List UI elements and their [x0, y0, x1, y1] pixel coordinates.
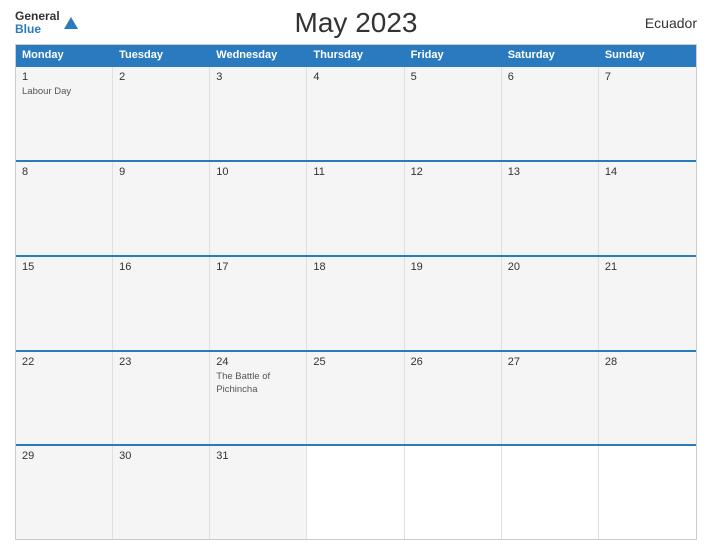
day-7[interactable]: 7 — [599, 67, 696, 160]
day-8[interactable]: 8 — [16, 162, 113, 255]
day-31[interactable]: 31 — [210, 446, 307, 539]
calendar-header: Monday Tuesday Wednesday Thursday Friday… — [16, 45, 696, 65]
page: General Blue May 2023 Ecuador Monday Tue… — [0, 0, 712, 550]
week-row-1: 1 Labour Day 2 3 4 5 6 7 — [16, 65, 696, 160]
header: General Blue May 2023 Ecuador — [15, 10, 697, 36]
day-14[interactable]: 14 — [599, 162, 696, 255]
day-empty-3 — [502, 446, 599, 539]
day-19[interactable]: 19 — [405, 257, 502, 350]
logo: General Blue — [15, 10, 80, 36]
day-28[interactable]: 28 — [599, 352, 696, 445]
day-22[interactable]: 22 — [16, 352, 113, 445]
weekday-tuesday: Tuesday — [113, 45, 210, 65]
week-row-2: 8 9 10 11 12 13 14 — [16, 160, 696, 255]
day-6[interactable]: 6 — [502, 67, 599, 160]
day-empty-1 — [307, 446, 404, 539]
weekday-saturday: Saturday — [502, 45, 599, 65]
day-26[interactable]: 26 — [405, 352, 502, 445]
weekday-friday: Friday — [405, 45, 502, 65]
calendar-body: 1 Labour Day 2 3 4 5 6 7 8 9 10 11 12 13… — [16, 65, 696, 539]
day-13[interactable]: 13 — [502, 162, 599, 255]
day-23[interactable]: 23 — [113, 352, 210, 445]
weekday-sunday: Sunday — [599, 45, 696, 65]
day-4[interactable]: 4 — [307, 67, 404, 160]
day-9[interactable]: 9 — [113, 162, 210, 255]
day-27[interactable]: 27 — [502, 352, 599, 445]
day-empty-4 — [599, 446, 696, 539]
country-label: Ecuador — [645, 15, 697, 31]
weekday-monday: Monday — [16, 45, 113, 65]
day-16[interactable]: 16 — [113, 257, 210, 350]
day-18[interactable]: 18 — [307, 257, 404, 350]
day-1[interactable]: 1 Labour Day — [16, 67, 113, 160]
logo-text: General Blue — [15, 10, 60, 36]
day-30[interactable]: 30 — [113, 446, 210, 539]
calendar-title: May 2023 — [295, 7, 418, 39]
day-20[interactable]: 20 — [502, 257, 599, 350]
weekday-wednesday: Wednesday — [210, 45, 307, 65]
logo-blue-text: Blue — [15, 23, 60, 36]
day-5[interactable]: 5 — [405, 67, 502, 160]
day-24[interactable]: 24 The Battle of Pichincha — [210, 352, 307, 445]
week-row-4: 22 23 24 The Battle of Pichincha 25 26 2… — [16, 350, 696, 445]
day-empty-2 — [405, 446, 502, 539]
day-17[interactable]: 17 — [210, 257, 307, 350]
day-11[interactable]: 11 — [307, 162, 404, 255]
day-29[interactable]: 29 — [16, 446, 113, 539]
day-15[interactable]: 15 — [16, 257, 113, 350]
day-21[interactable]: 21 — [599, 257, 696, 350]
weekday-thursday: Thursday — [307, 45, 404, 65]
week-row-3: 15 16 17 18 19 20 21 — [16, 255, 696, 350]
logo-icon — [62, 15, 80, 33]
day-25[interactable]: 25 — [307, 352, 404, 445]
day-3[interactable]: 3 — [210, 67, 307, 160]
day-2[interactable]: 2 — [113, 67, 210, 160]
day-12[interactable]: 12 — [405, 162, 502, 255]
day-10[interactable]: 10 — [210, 162, 307, 255]
week-row-5: 29 30 31 — [16, 444, 696, 539]
calendar: Monday Tuesday Wednesday Thursday Friday… — [15, 44, 697, 540]
